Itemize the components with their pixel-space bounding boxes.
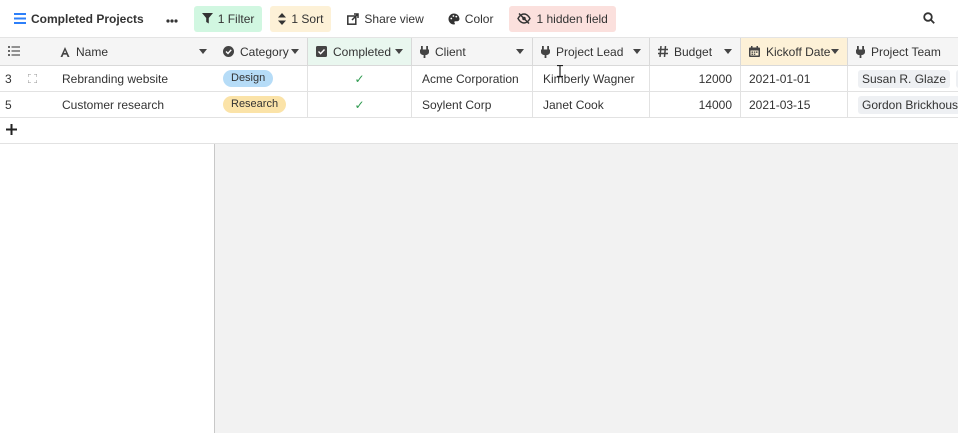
share-view-button[interactable]: Share view bbox=[339, 6, 431, 32]
color-button[interactable]: Color bbox=[440, 6, 502, 32]
column-label-budget: Budget bbox=[674, 44, 713, 59]
search-button[interactable] bbox=[916, 6, 942, 32]
column-header-project-lead[interactable]: Project Lead bbox=[533, 38, 650, 65]
checkmark-icon: ✓ bbox=[354, 71, 365, 86]
hidden-fields-button[interactable]: 1 hidden field bbox=[509, 5, 616, 32]
eye-slash-icon bbox=[517, 13, 532, 24]
expand-record-icon[interactable] bbox=[27, 74, 37, 83]
filter-funnel-icon bbox=[201, 13, 213, 24]
cell-project-lead[interactable]: Janet Cook bbox=[533, 92, 650, 117]
sort-button[interactable]: 1 Sort bbox=[270, 5, 332, 32]
column-label-completed: Completed bbox=[333, 44, 392, 59]
column-label-name: Name bbox=[76, 44, 109, 59]
single-select-icon bbox=[223, 46, 234, 57]
category-pill: Design bbox=[223, 70, 274, 87]
list-select-icon bbox=[8, 45, 20, 59]
column-label-kickoff-date: Kickoff Date bbox=[766, 44, 831, 59]
column-header-project-team[interactable]: Project Team bbox=[848, 38, 958, 65]
filter-label: 1 Filter bbox=[217, 11, 255, 26]
linked-record-chip[interactable]: Gordon Brickhouse bbox=[858, 95, 958, 114]
chevron-down-icon[interactable] bbox=[724, 49, 732, 54]
cell-name[interactable]: Rebranding website bbox=[48, 66, 215, 91]
table-row[interactable]: Research ✓ Soylent Corp Janet Cook 14000… bbox=[215, 92, 958, 118]
text-field-icon bbox=[60, 46, 70, 57]
chevron-down-icon[interactable] bbox=[395, 49, 403, 54]
view-switcher-button[interactable]: Completed Projects bbox=[10, 6, 152, 32]
scrollable-columns-pane: Category Completed Client Project Lead B… bbox=[215, 38, 958, 433]
share-icon bbox=[347, 12, 360, 25]
checkmark-icon: ✓ bbox=[354, 97, 365, 112]
link-record-icon bbox=[420, 45, 429, 58]
share-label: Share view bbox=[364, 11, 424, 26]
column-label-client: Client bbox=[435, 44, 466, 59]
text-cursor-icon bbox=[557, 64, 563, 80]
chevron-down-icon[interactable] bbox=[831, 49, 839, 54]
sort-arrows-icon bbox=[278, 12, 287, 25]
sort-label: 1 Sort bbox=[291, 11, 324, 26]
cell-project-lead[interactable]: Kimberly Wagner bbox=[533, 66, 650, 91]
table-row[interactable]: 5 Customer research bbox=[0, 92, 215, 118]
filter-button[interactable]: 1 Filter bbox=[193, 5, 263, 32]
cell-category[interactable]: Research bbox=[215, 92, 308, 117]
cell-kickoff-date[interactable]: 2021-03-15 bbox=[741, 92, 848, 117]
chevron-down-icon[interactable] bbox=[199, 49, 207, 54]
cell-project-team[interactable]: Susan R. Glaze Go bbox=[848, 66, 958, 91]
link-record-icon bbox=[541, 45, 550, 58]
frozen-columns-pane: Name 3 Rebranding website 5 Customer res… bbox=[0, 38, 215, 433]
frozen-header-row: Name bbox=[0, 38, 215, 66]
table-row[interactable]: Design ✓ Acme Corporation Kimberly Wagne… bbox=[215, 66, 958, 92]
color-label: Color bbox=[464, 11, 494, 26]
column-header-kickoff-date[interactable]: Kickoff Date bbox=[741, 38, 848, 65]
table-row[interactable]: 3 Rebranding website bbox=[0, 66, 215, 92]
hamburger-menu-icon bbox=[14, 13, 26, 24]
checkbox-field-icon bbox=[316, 46, 327, 57]
category-pill: Research bbox=[223, 96, 287, 113]
column-label-category: Category bbox=[240, 44, 289, 59]
number-field-icon bbox=[658, 46, 668, 57]
plus-icon bbox=[6, 123, 17, 138]
add-record-row[interactable] bbox=[215, 118, 958, 144]
cell-client[interactable]: Acme Corporation bbox=[412, 66, 533, 91]
column-label-project-lead: Project Lead bbox=[556, 44, 624, 59]
row-number: 5 bbox=[5, 97, 12, 112]
column-header-name[interactable]: Name bbox=[52, 38, 215, 65]
cell-name[interactable]: Customer research bbox=[62, 92, 215, 117]
row-number: 3 bbox=[0, 66, 48, 91]
add-record-button[interactable] bbox=[0, 118, 215, 144]
hidden-fields-label: 1 hidden field bbox=[536, 11, 608, 26]
linked-record-chip[interactable]: Susan R. Glaze bbox=[858, 69, 951, 88]
view-more-button[interactable] bbox=[160, 6, 184, 32]
cell-budget[interactable]: 14000 bbox=[650, 92, 741, 117]
row-number-header[interactable] bbox=[0, 38, 52, 65]
more-dots-icon bbox=[166, 12, 178, 26]
chevron-down-icon[interactable] bbox=[291, 49, 299, 54]
column-header-budget[interactable]: Budget bbox=[650, 38, 741, 65]
column-header-category[interactable]: Category bbox=[215, 38, 308, 65]
header-row: Category Completed Client Project Lead B… bbox=[215, 38, 958, 66]
column-label-project-team: Project Team bbox=[871, 44, 941, 59]
search-icon bbox=[923, 11, 935, 27]
chevron-down-icon[interactable] bbox=[516, 49, 524, 54]
cell-completed[interactable]: ✓ bbox=[308, 66, 412, 91]
link-record-icon bbox=[856, 45, 865, 58]
palette-icon bbox=[448, 12, 460, 25]
cell-category[interactable]: Design bbox=[215, 66, 308, 91]
cell-client[interactable]: Soylent Corp bbox=[412, 92, 533, 117]
cell-project-team[interactable]: Gordon Brickhouse bbox=[848, 92, 958, 117]
cell-budget[interactable]: 12000 bbox=[650, 66, 741, 91]
calendar-icon bbox=[749, 46, 760, 57]
column-header-completed[interactable]: Completed bbox=[308, 38, 412, 65]
view-name: Completed Projects bbox=[31, 11, 144, 26]
column-header-client[interactable]: Client bbox=[412, 38, 533, 65]
view-toolbar: Completed Projects 1 Filter 1 Sort Share… bbox=[0, 0, 958, 38]
chevron-down-icon[interactable] bbox=[633, 49, 641, 54]
cell-completed[interactable]: ✓ bbox=[308, 92, 412, 117]
cell-kickoff-date[interactable]: 2021-01-01 bbox=[741, 66, 848, 91]
